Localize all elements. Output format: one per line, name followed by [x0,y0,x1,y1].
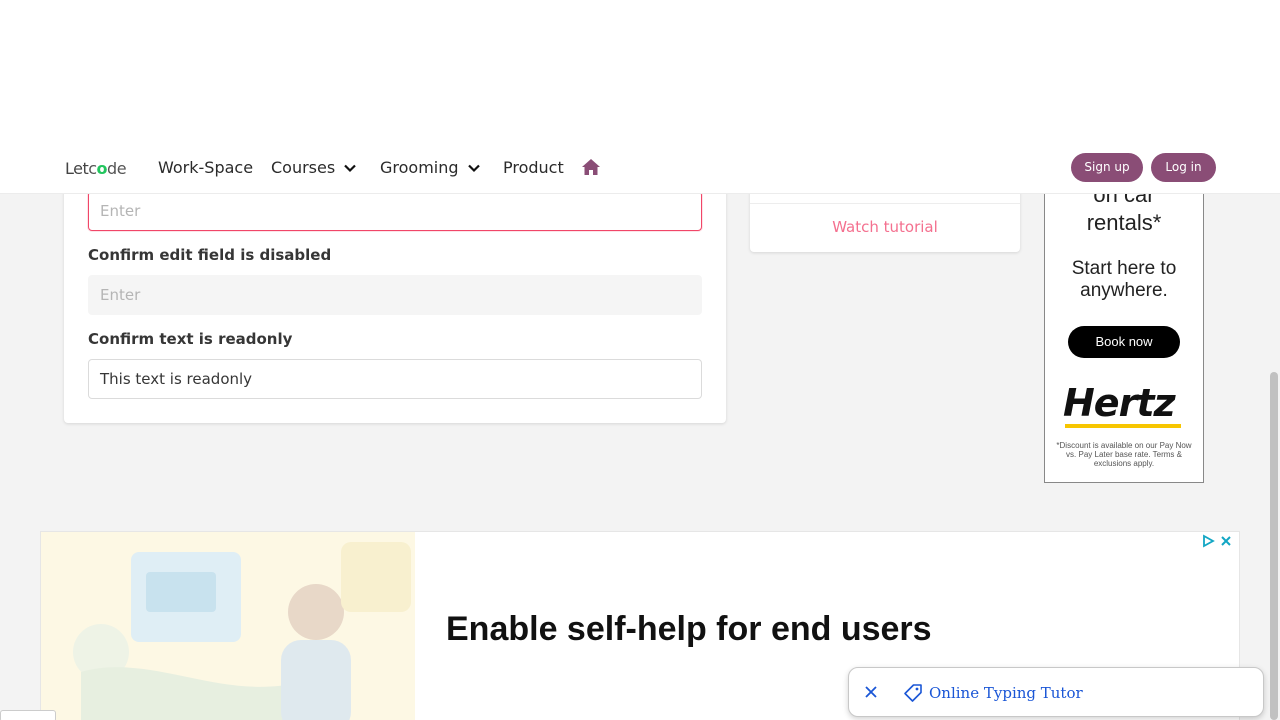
chevron-down-icon [467,164,480,172]
disabled-field-placeholder: Enter [100,286,141,304]
ad-choices[interactable] [1201,534,1233,548]
ad-close-icon[interactable] [1219,534,1233,548]
disabled-field-label: Confirm edit field is disabled [88,246,332,264]
home-icon[interactable] [581,158,601,176]
card-divider [750,203,1020,204]
close-icon[interactable] [863,684,879,700]
readonly-field-label: Confirm text is readonly [88,330,293,348]
nav-item-courses-label: Courses [271,158,336,177]
nav-item-workspace[interactable]: Work-Space [158,158,253,177]
hertz-ad-line-2: rentals* [1086,210,1162,235]
ad-image [41,532,415,720]
nav-item-product-label: Product [503,158,564,177]
chevron-down-icon [344,164,356,172]
scrollbar-thumb[interactable] [1270,372,1278,720]
nav-item-grooming[interactable]: Grooming [380,158,481,177]
search-suggestion-chip[interactable]: Online Typing Tutor [848,667,1264,717]
hertz-fine-print: *Discount is available on our Pay Now vs… [1056,441,1192,468]
navbar: Letcode Work-Space Courses Grooming Prod… [0,142,1280,194]
disabled-field-input: Enter [88,275,702,315]
hertz-ad[interactable]: on car rentals* Start here to anywhere. … [1044,150,1204,483]
ad-illustration [41,532,415,720]
chip-link[interactable]: Online Typing Tutor [929,684,1083,702]
nav-item-courses[interactable]: Courses [271,158,357,177]
readonly-field-input[interactable]: This text is readonly [88,359,702,399]
corner-widget[interactable] [0,710,56,720]
tag-icon [904,684,922,702]
logo-text-o: o [96,159,108,178]
adchoices-play-icon[interactable] [1201,534,1215,548]
logo-text-de: de [107,159,127,178]
logo-text-let: Let [65,159,89,178]
logo-text-c: c [88,159,97,178]
hertz-logo: Hertz [1063,381,1176,425]
hertz-ad-line-3: Start here to [1071,258,1177,279]
hertz-logo-underline [1065,424,1181,428]
hertz-book-now-button[interactable]: Book now [1068,326,1180,358]
hertz-ad-line-4: anywhere. [1080,280,1168,301]
edit-field-placeholder: Enter [100,202,141,220]
watch-tutorial-link[interactable]: Watch tutorial [750,218,1020,236]
signup-button[interactable]: Sign up [1071,153,1143,182]
nav-item-grooming-label: Grooming [380,158,459,177]
ad-headline: Enable self-help for end users [446,610,932,648]
nav-item-product[interactable]: Product [503,158,564,177]
login-button[interactable]: Log in [1151,153,1216,182]
letcode-logo[interactable]: Letcode [65,159,127,178]
readonly-field-value: This text is readonly [100,370,253,388]
nav-item-workspace-label: Work-Space [158,158,254,177]
edit-field-input[interactable]: Enter [88,191,702,231]
top-blank-area [0,0,1280,142]
